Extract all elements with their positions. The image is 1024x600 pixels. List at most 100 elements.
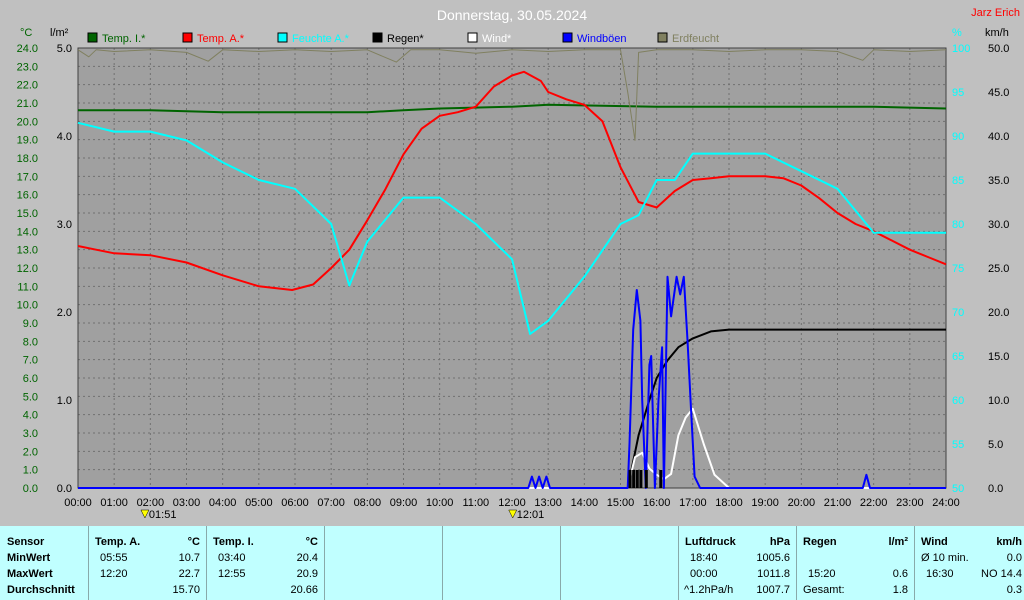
temp-i-avg-value: 20.66 <box>290 584 318 596</box>
legend-swatch <box>372 32 383 43</box>
rain-bar <box>635 470 639 488</box>
rain-tick-label: 0.0 <box>57 483 72 495</box>
rain-bar <box>644 470 648 488</box>
temp-tick-label: 23.0 <box>17 61 38 73</box>
wind-header: Wind <box>921 536 948 548</box>
wind-max-time: 16:30 <box>926 568 954 580</box>
temp-i-unit: °C <box>305 536 318 548</box>
x-tick-label: 21:00 <box>824 497 852 509</box>
legend-swatch <box>182 32 193 43</box>
temp-tick-label: 21.0 <box>17 98 38 110</box>
wind-max-value: NO 14.4 <box>981 568 1022 580</box>
weather-chart: Donnerstag, 30.05.2024 Jarz Erich °C l/m… <box>0 0 1024 526</box>
legend-label: Wind* <box>482 33 512 45</box>
temp-a-header: Temp. A. <box>95 536 141 548</box>
temp-tick-label: 5.0 <box>23 391 38 403</box>
pressure-min-value: 1005.6 <box>756 552 790 564</box>
temp-tick-label: 14.0 <box>17 226 38 238</box>
rain-max-time: 15:20 <box>808 568 836 580</box>
wind-tick-label: 0.0 <box>988 483 1003 495</box>
humidity-tick-label: 85 <box>952 175 964 187</box>
x-tick-label: 09:00 <box>390 497 418 509</box>
pressure-unit: hPa <box>769 536 790 548</box>
rain-max-value: 0.6 <box>892 568 908 580</box>
x-tick-label: 08:00 <box>354 497 382 509</box>
temp-tick-label: 8.0 <box>23 336 38 348</box>
pressure-max-time: 00:00 <box>690 568 718 580</box>
temp-tick-label: 17.0 <box>17 171 38 183</box>
sensor-header: Sensor <box>7 536 45 548</box>
divider <box>206 526 207 600</box>
rain-axis-unit: l/m² <box>50 27 69 39</box>
temp-tick-label: 4.0 <box>23 410 38 422</box>
x-tick-label: 02:00 <box>137 497 165 509</box>
humidity-tick-label: 60 <box>952 395 964 407</box>
legend-swatch <box>87 32 98 43</box>
temp-a-unit: °C <box>187 536 200 548</box>
legend-label: Feuchte A.* <box>292 33 350 45</box>
divider <box>560 526 561 600</box>
wind-tick-label: 10.0 <box>988 395 1009 407</box>
temp-a-min-value: 10.7 <box>178 552 200 564</box>
chart-title: Donnerstag, 30.05.2024 <box>437 7 587 23</box>
wind-tick-label: 20.0 <box>988 307 1009 319</box>
temp-tick-label: 19.0 <box>17 135 38 147</box>
legend-swatch <box>657 32 668 43</box>
wind-avg10-value: 0.0 <box>1006 552 1022 564</box>
rain-bar <box>639 470 643 488</box>
rain-total-label: Gesamt: <box>803 584 845 596</box>
temp-i-min-value: 20.4 <box>296 552 318 564</box>
divider <box>678 526 679 600</box>
author-label: Jarz Erich <box>971 7 1020 19</box>
temp-i-max-value: 20.9 <box>296 568 318 580</box>
temp-tick-label: 1.0 <box>23 465 38 477</box>
pressure-trend: ^1.2hPa/h <box>684 584 734 596</box>
wind-axis-unit: km/h <box>985 27 1009 39</box>
rain-unit: l/m² <box>888 536 908 548</box>
rain-bar <box>628 470 632 488</box>
temp-tick-label: 13.0 <box>17 245 38 257</box>
x-tick-label: 20:00 <box>788 497 816 509</box>
wind-tick-label: 40.0 <box>988 131 1009 143</box>
x-tick-label: 16:00 <box>643 497 671 509</box>
x-tick-label: 18:00 <box>715 497 743 509</box>
rain-tick-label: 4.0 <box>57 131 72 143</box>
temp-tick-label: 7.0 <box>23 355 38 367</box>
divider <box>796 526 797 600</box>
x-tick-label: 11:00 <box>462 497 489 509</box>
humidity-tick-label: 80 <box>952 219 964 231</box>
x-tick-label: 01:00 <box>100 497 128 509</box>
wind-tick-label: 15.0 <box>988 351 1009 363</box>
humidity-tick-label: 65 <box>952 351 964 363</box>
temp-tick-label: 24.0 <box>17 43 38 55</box>
humidity-tick-label: 100 <box>952 43 970 55</box>
legend-label: Temp. A.* <box>197 33 245 45</box>
rain-bar <box>632 470 636 488</box>
legend-label: Erdfeucht <box>672 33 719 45</box>
temp-tick-label: 9.0 <box>23 318 38 330</box>
rain-header: Regen <box>803 536 837 548</box>
wind-tick-label: 25.0 <box>988 263 1009 275</box>
marker-label: 12:01 <box>517 509 545 521</box>
wind-unit: km/h <box>996 536 1022 548</box>
temp-tick-label: 15.0 <box>17 208 38 220</box>
temp-tick-label: 22.0 <box>17 80 38 92</box>
x-tick-label: 10:00 <box>426 497 454 509</box>
wind-tick-label: 45.0 <box>988 87 1009 99</box>
divider <box>324 526 325 600</box>
wind-tick-label: 35.0 <box>988 175 1009 187</box>
rain-tick-label: 1.0 <box>57 395 72 407</box>
wind-avg-value: 0.3 <box>1006 584 1022 596</box>
humidity-tick-label: 50 <box>952 483 964 495</box>
x-tick-label: 24:00 <box>932 497 960 509</box>
temp-a-max-value: 22.7 <box>178 568 200 580</box>
rain-tick-label: 5.0 <box>57 43 72 55</box>
temp-tick-label: 3.0 <box>23 428 38 440</box>
x-tick-label: 00:00 <box>64 497 92 509</box>
rain-bar <box>659 470 663 488</box>
x-tick-label: 17:00 <box>679 497 707 509</box>
temp-tick-label: 18.0 <box>17 153 38 165</box>
legend-label: Windböen <box>577 33 627 45</box>
wind-tick-label: 50.0 <box>988 43 1009 55</box>
legend-swatch <box>562 32 573 43</box>
